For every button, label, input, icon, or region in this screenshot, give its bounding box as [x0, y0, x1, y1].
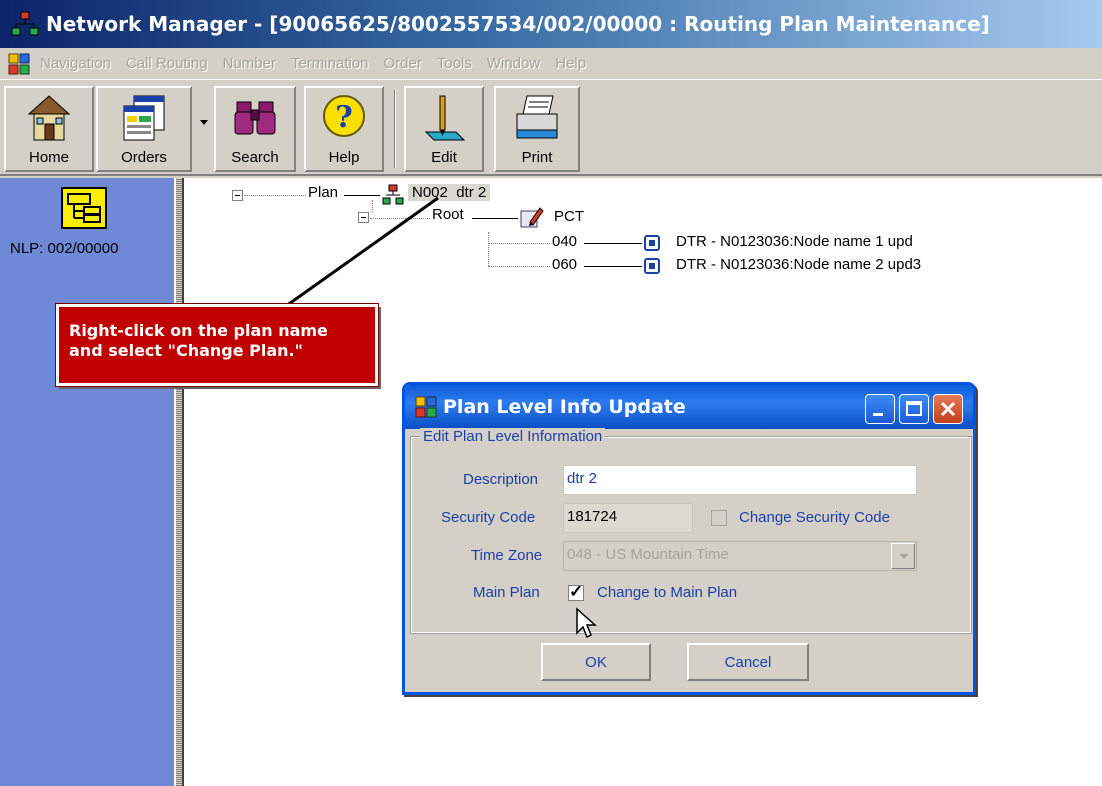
dialog-title-bar[interactable]: Plan Level Info Update [405, 385, 973, 429]
mouse-cursor-icon [575, 607, 599, 641]
change-security-label: Change Security Code [739, 509, 890, 526]
change-security-checkbox[interactable] [711, 510, 727, 526]
change-to-main-plan-label: Change to Main Plan [597, 584, 738, 601]
close-icon[interactable] [933, 394, 963, 424]
plan-level-info-dialog: Plan Level Info Update Edit Plan Level I… [402, 382, 976, 695]
minimize-icon[interactable] [865, 394, 895, 424]
description-field[interactable]: dtr 2 [563, 465, 917, 495]
time-zone-select[interactable]: 048 - US Mountain Time [563, 541, 917, 571]
security-code-field[interactable]: 181724 [563, 503, 693, 533]
cancel-button[interactable]: Cancel [687, 643, 809, 681]
checkmark-icon: ✓ [569, 582, 584, 601]
callout-line-1: Right-click on the plan name [69, 321, 328, 340]
dialog-title: Plan Level Info Update [443, 396, 686, 418]
callout-line-2: and select "Change Plan." [69, 341, 303, 360]
dialog-app-icon [415, 396, 437, 418]
ok-button[interactable]: OK [541, 643, 651, 681]
time-zone-value: 048 - US Mountain Time [567, 546, 729, 563]
security-code-label: Security Code [441, 509, 536, 526]
maximize-icon[interactable] [899, 394, 929, 424]
main-plan-checkbox[interactable]: ✓ [568, 582, 584, 601]
description-label: Description [463, 471, 539, 488]
time-zone-label: Time Zone [471, 547, 543, 564]
group-label: Edit Plan Level Information [420, 428, 606, 445]
instruction-callout: Right-click on the plan name and select … [55, 303, 379, 387]
chevron-down-icon[interactable] [891, 543, 915, 569]
main-plan-label: Main Plan [473, 584, 540, 601]
